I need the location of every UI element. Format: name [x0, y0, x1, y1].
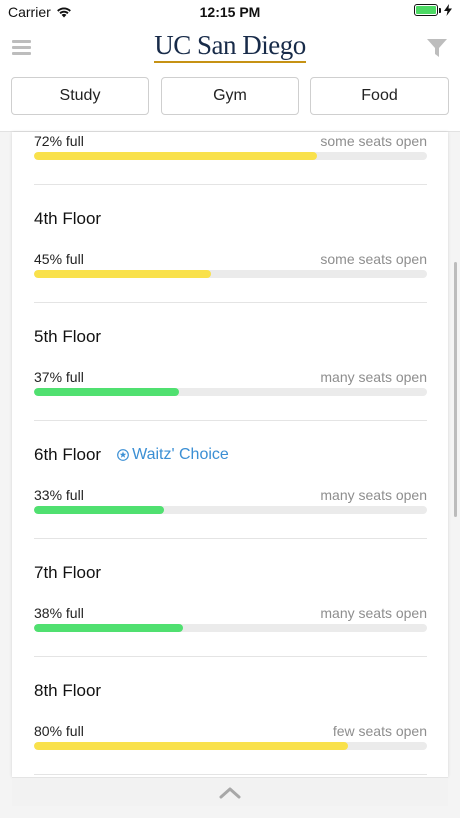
occupancy-fill [34, 624, 184, 632]
brand-logo: UC San Diego [0, 30, 460, 63]
seat-status: many seats open [320, 369, 427, 385]
occupancy-fill [34, 742, 349, 750]
battery-icon [414, 4, 438, 16]
floor-row[interactable]: 4th Floor 45% full some seats open [34, 185, 427, 303]
tab-study[interactable]: Study [11, 77, 149, 115]
charging-bolt-icon [444, 4, 452, 16]
floor-row[interactable]: 72% full some seats open [34, 132, 427, 185]
occupancy-bar [34, 742, 427, 750]
occupancy-fill [34, 388, 180, 396]
seat-status: many seats open [320, 487, 427, 503]
occupancy-bar [34, 506, 427, 514]
waitz-choice-label: Waitz' Choice [132, 446, 229, 463]
occupancy-percent: 38% full [34, 605, 84, 621]
floor-row[interactable]: 6th Floor Waitz' Choice 33% full many se… [34, 421, 427, 539]
occupancy-bar [34, 270, 427, 278]
tab-gym[interactable]: Gym [161, 77, 299, 115]
occupancy-percent: 72% full [34, 133, 84, 149]
occupancy-bar [34, 388, 427, 396]
star-badge-icon [117, 449, 129, 461]
floor-name: 5th Floor [34, 327, 102, 346]
occupancy-bar [34, 624, 427, 632]
floor-row[interactable]: 7th Floor 38% full many seats open [34, 539, 427, 657]
floor-name: 6th Floor [34, 445, 102, 464]
status-bar: Carrier 12:15 PM [0, 0, 460, 22]
occupancy-percent: 37% full [34, 369, 84, 385]
battery-indicator [414, 4, 452, 16]
seat-status: few seats open [332, 723, 427, 739]
floor-row[interactable]: 8th Floor 80% full few seats open [34, 657, 427, 775]
tab-food[interactable]: Food [310, 77, 449, 115]
category-tabs: Study Gym Food [11, 77, 449, 115]
floor-name: 7th Floor [34, 563, 102, 582]
seat-status: some seats open [320, 133, 427, 149]
seat-status: many seats open [320, 605, 427, 621]
occupancy-percent: 33% full [34, 487, 84, 503]
floor-name: 8th Floor [34, 681, 102, 700]
scroll-indicator[interactable] [454, 262, 457, 517]
occupancy-fill [34, 270, 211, 278]
waitz-choice-badge[interactable]: Waitz' Choice [117, 446, 229, 464]
occupancy-percent: 80% full [34, 723, 84, 739]
occupancy-percent: 45% full [34, 251, 84, 267]
chevron-up-icon[interactable] [219, 786, 241, 799]
floor-name: 4th Floor [34, 209, 102, 228]
floor-row[interactable]: 5th Floor 37% full many seats open [34, 303, 427, 421]
status-time: 12:15 PM [199, 4, 261, 20]
occupancy-fill [34, 152, 317, 160]
filter-icon[interactable] [426, 37, 448, 59]
expand-drawer-bar[interactable] [12, 777, 448, 806]
floors-list: 72% full some seats open 4th Floor 45% f… [12, 132, 448, 777]
occupancy-fill [34, 506, 164, 514]
app-header: UC San Diego Study Gym Food [0, 22, 460, 132]
logo-text: UC San Diego [154, 30, 306, 63]
seat-status: some seats open [320, 251, 427, 267]
occupancy-bar [34, 152, 427, 160]
